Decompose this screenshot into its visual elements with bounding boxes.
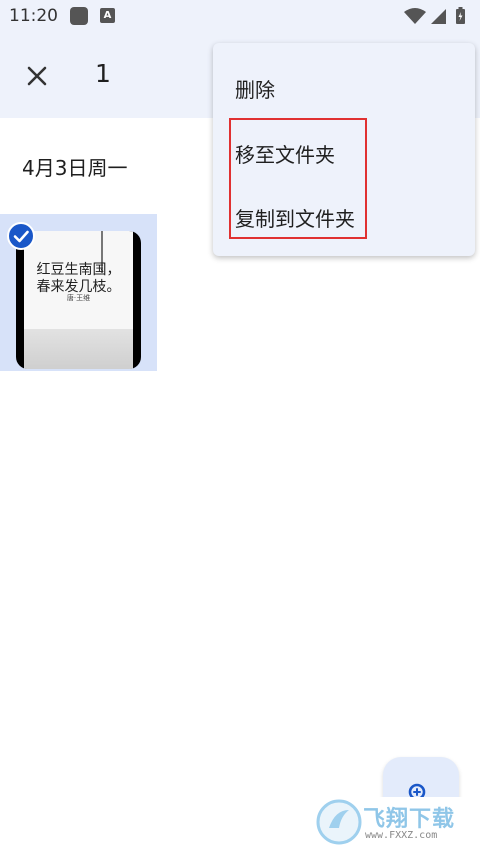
a-icon: A (100, 8, 115, 23)
date-header: 4月3日周一 (22, 156, 128, 180)
watermark-url: www.FXXZ.com (365, 830, 438, 841)
photo-ground (24, 329, 133, 369)
battery-icon (456, 7, 465, 24)
menu-item-copy-to-folder[interactable]: 复制到文件夹 (235, 203, 355, 232)
status-icons (404, 6, 472, 26)
wifi-icon (404, 8, 426, 24)
poem-author: 唐·王维 (66, 294, 91, 302)
photo-image: 红豆生南国， 春来发几枝。 唐·王维 (16, 231, 141, 369)
menu-item-delete[interactable]: 删除 (235, 74, 275, 103)
watermark-text: 飞翔下载 (363, 807, 456, 832)
status-time: 11:20 (9, 6, 58, 26)
close-icon[interactable] (20, 59, 54, 93)
app-icon (70, 7, 88, 25)
signal-icon (431, 9, 446, 24)
watermark: 飞翔下载 www.FXXZ.com (313, 797, 480, 847)
status-bar: 11:20 A (0, 0, 480, 32)
overflow-menu: 删除 移至文件夹 复制到文件夹 (213, 43, 475, 256)
menu-item-move-to-folder[interactable]: 移至文件夹 (235, 139, 335, 168)
photo-content: 红豆生南国， 春来发几枝。 唐·王维 (24, 231, 133, 369)
selected-count: 1 (95, 59, 111, 88)
selected-check-icon[interactable] (7, 222, 35, 250)
